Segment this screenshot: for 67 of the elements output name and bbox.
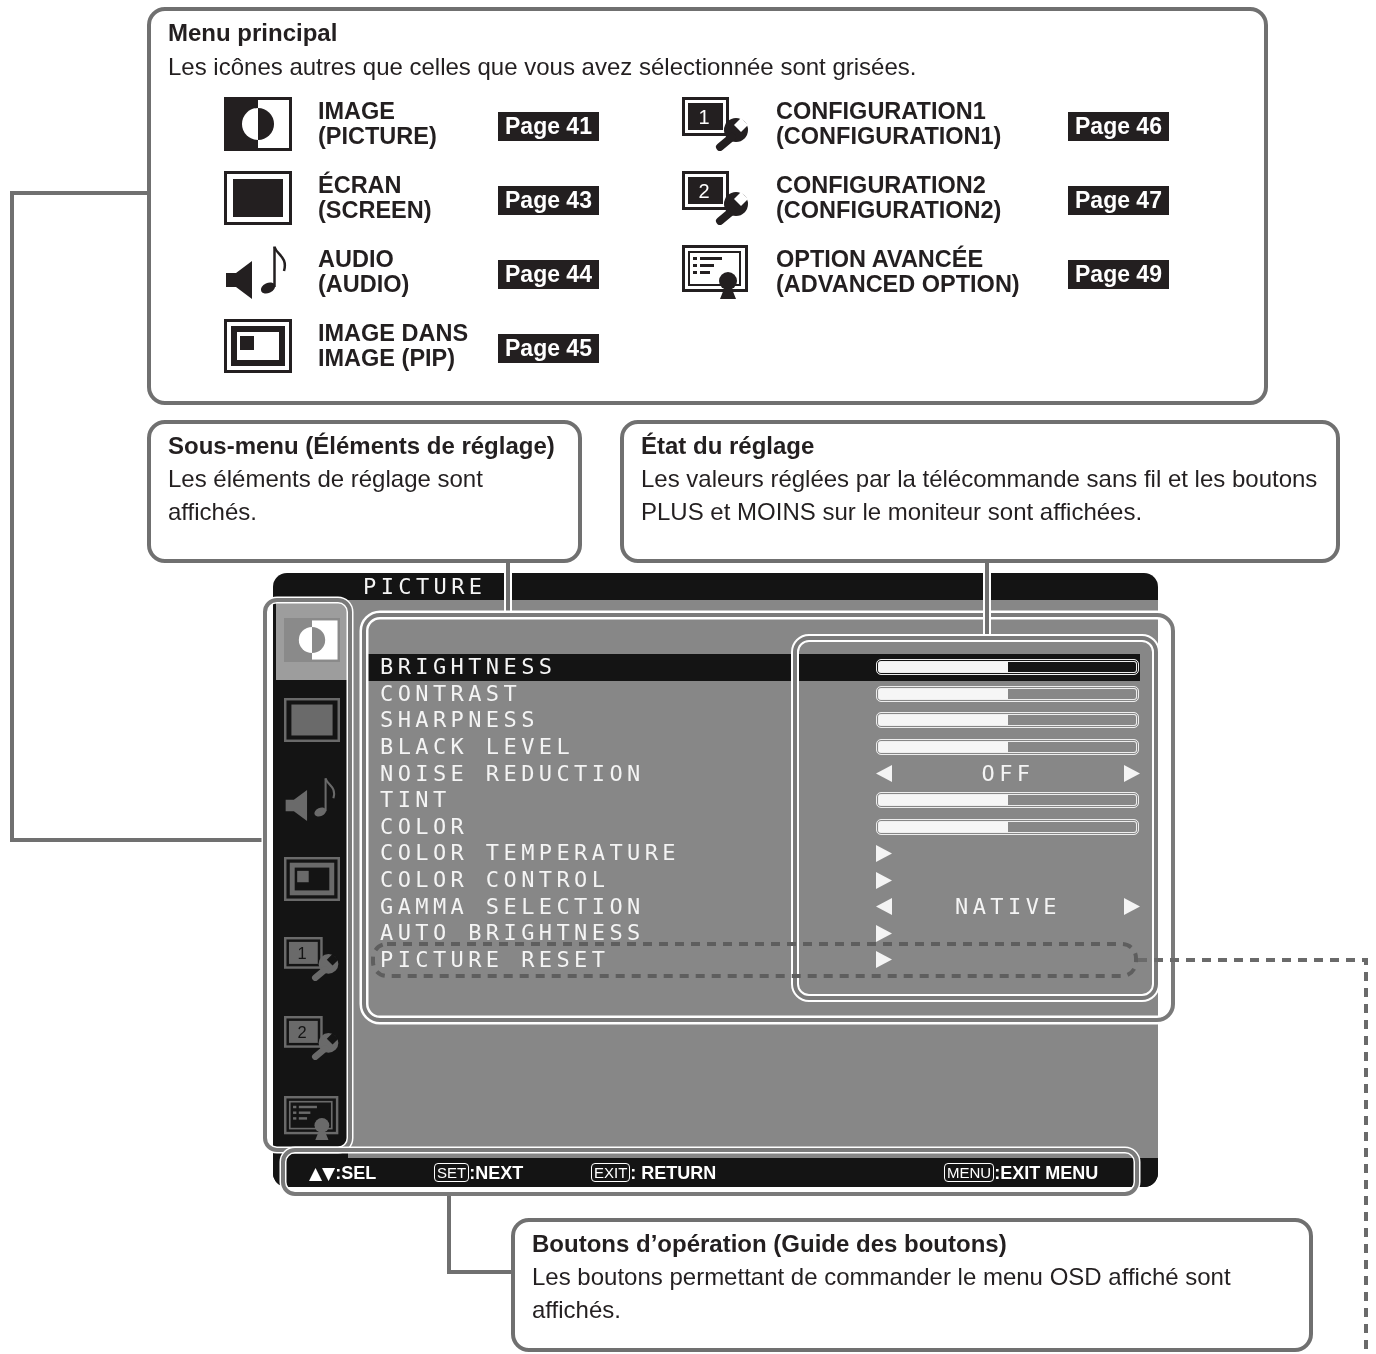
- menu-label: IMAGE DANS IMAGE (PIP): [318, 321, 470, 371]
- sidebar-item[interactable]: 1: [276, 918, 348, 999]
- picture-in-picture-icon: [284, 857, 340, 901]
- callout-text: Les boutons permettant de commander le menu OSD affiché sont affichés.: [532, 1262, 1232, 1325]
- guide-action: :EXIT MENU: [994, 1161, 1099, 1184]
- guide-action: : RETURN: [630, 1161, 717, 1184]
- slider-track[interactable]: [876, 685, 1139, 702]
- right-arrow-icon: [876, 924, 892, 942]
- screen-icon: [224, 171, 292, 225]
- left-arrow-icon: [876, 898, 892, 916]
- arrow-keys-label: ▲▼: [309, 1162, 336, 1183]
- screen-icon: [284, 697, 340, 742]
- callout-title: Menu principal: [168, 18, 338, 48]
- menu-item[interactable]: COLOR CONTROL: [368, 866, 1140, 894]
- page-reference-badge: Page 46: [1068, 111, 1169, 141]
- left-arrow-icon: [876, 765, 892, 783]
- page-reference-badge: Page 44: [498, 259, 599, 289]
- menu-item[interactable]: BLACK LEVEL: [368, 733, 1140, 761]
- callout-text: Les valeurs réglées par la télécommande sans fil et les boutons PLUS et MOINS sur le moniteur sont affichées.: [641, 464, 1319, 527]
- right-arrow-icon: [876, 951, 892, 969]
- picture-in-picture-icon: [224, 319, 292, 373]
- key-label: SET: [434, 1163, 470, 1182]
- menu-item[interactable]: COLOR TEMPERATURE: [368, 840, 1140, 867]
- page-reference-badge: Page 43: [498, 185, 599, 215]
- guide-action: :SEL: [335, 1161, 377, 1184]
- menu-label: CONFIGURATION2 (CONFIGURATION2): [776, 173, 1003, 223]
- menu-item[interactable]: PICTURE RESET: [368, 946, 1140, 974]
- menu-label: ÉCRAN (SCREEN): [318, 173, 433, 223]
- menu-item[interactable]: BRIGHTNESS: [368, 654, 1140, 681]
- menu-label: CONFIGURATION1 (CONFIGURATION1): [776, 99, 1003, 149]
- page-reference-badge: Page 45: [498, 333, 599, 363]
- menu-item[interactable]: COLOR: [368, 813, 1140, 841]
- page-reference-badge: Page 41: [498, 111, 599, 141]
- key-label: MENU: [944, 1163, 995, 1182]
- menu-item[interactable]: TINT: [368, 786, 1140, 814]
- menu-item[interactable]: GAMMA SELECTION NATIVE: [368, 893, 1140, 920]
- page-reference-badge: Page 49: [1068, 259, 1169, 289]
- callout-title: Boutons d’opération (Guide des boutons): [532, 1229, 1007, 1259]
- slider-track[interactable]: [876, 792, 1139, 809]
- slider-track[interactable]: [876, 818, 1139, 835]
- menu-item[interactable]: CONTRAST: [368, 680, 1140, 708]
- menu-item[interactable]: NOISE REDUCTION OFF: [368, 760, 1140, 787]
- callout-title: Sous-menu (Éléments de réglage): [168, 431, 555, 461]
- key-label: EXIT: [591, 1163, 631, 1182]
- callout-title: État du réglage: [641, 431, 815, 461]
- menu-label: IMAGE (PICTURE): [318, 99, 438, 149]
- right-arrow-icon: [1124, 898, 1140, 916]
- guide-action: :NEXT: [469, 1161, 524, 1184]
- right-arrow-icon: [876, 871, 892, 889]
- right-arrow-icon: [876, 844, 892, 862]
- callout-text: Les icônes autres que celles que vous avez sélectionnée sont grisées.: [168, 52, 917, 82]
- menu-label: AUDIO (AUDIO): [318, 247, 411, 297]
- right-arrow-icon: [1124, 765, 1140, 783]
- option-value: NATIVE: [955, 893, 1061, 920]
- osd-title: PICTURE: [363, 573, 487, 600]
- slider-track[interactable]: [876, 712, 1139, 729]
- sidebar-item[interactable]: 2: [276, 998, 348, 1079]
- slider-track[interactable]: [876, 739, 1139, 756]
- page-reference-badge: Page 47: [1068, 185, 1169, 215]
- menu-item[interactable]: SHARPNESS: [368, 707, 1140, 734]
- callout-text: Les éléments de réglage sont affichés.: [168, 464, 484, 527]
- slider-track[interactable]: [876, 659, 1139, 676]
- monitor-person-icon: [682, 245, 750, 299]
- menu-label: OPTION AVANCÉE (ADVANCED OPTION): [776, 247, 1021, 297]
- option-value: OFF: [981, 760, 1035, 787]
- menu-item[interactable]: AUTO BRIGHTNESS: [368, 919, 1140, 947]
- monitor-person-icon: [284, 1096, 340, 1141]
